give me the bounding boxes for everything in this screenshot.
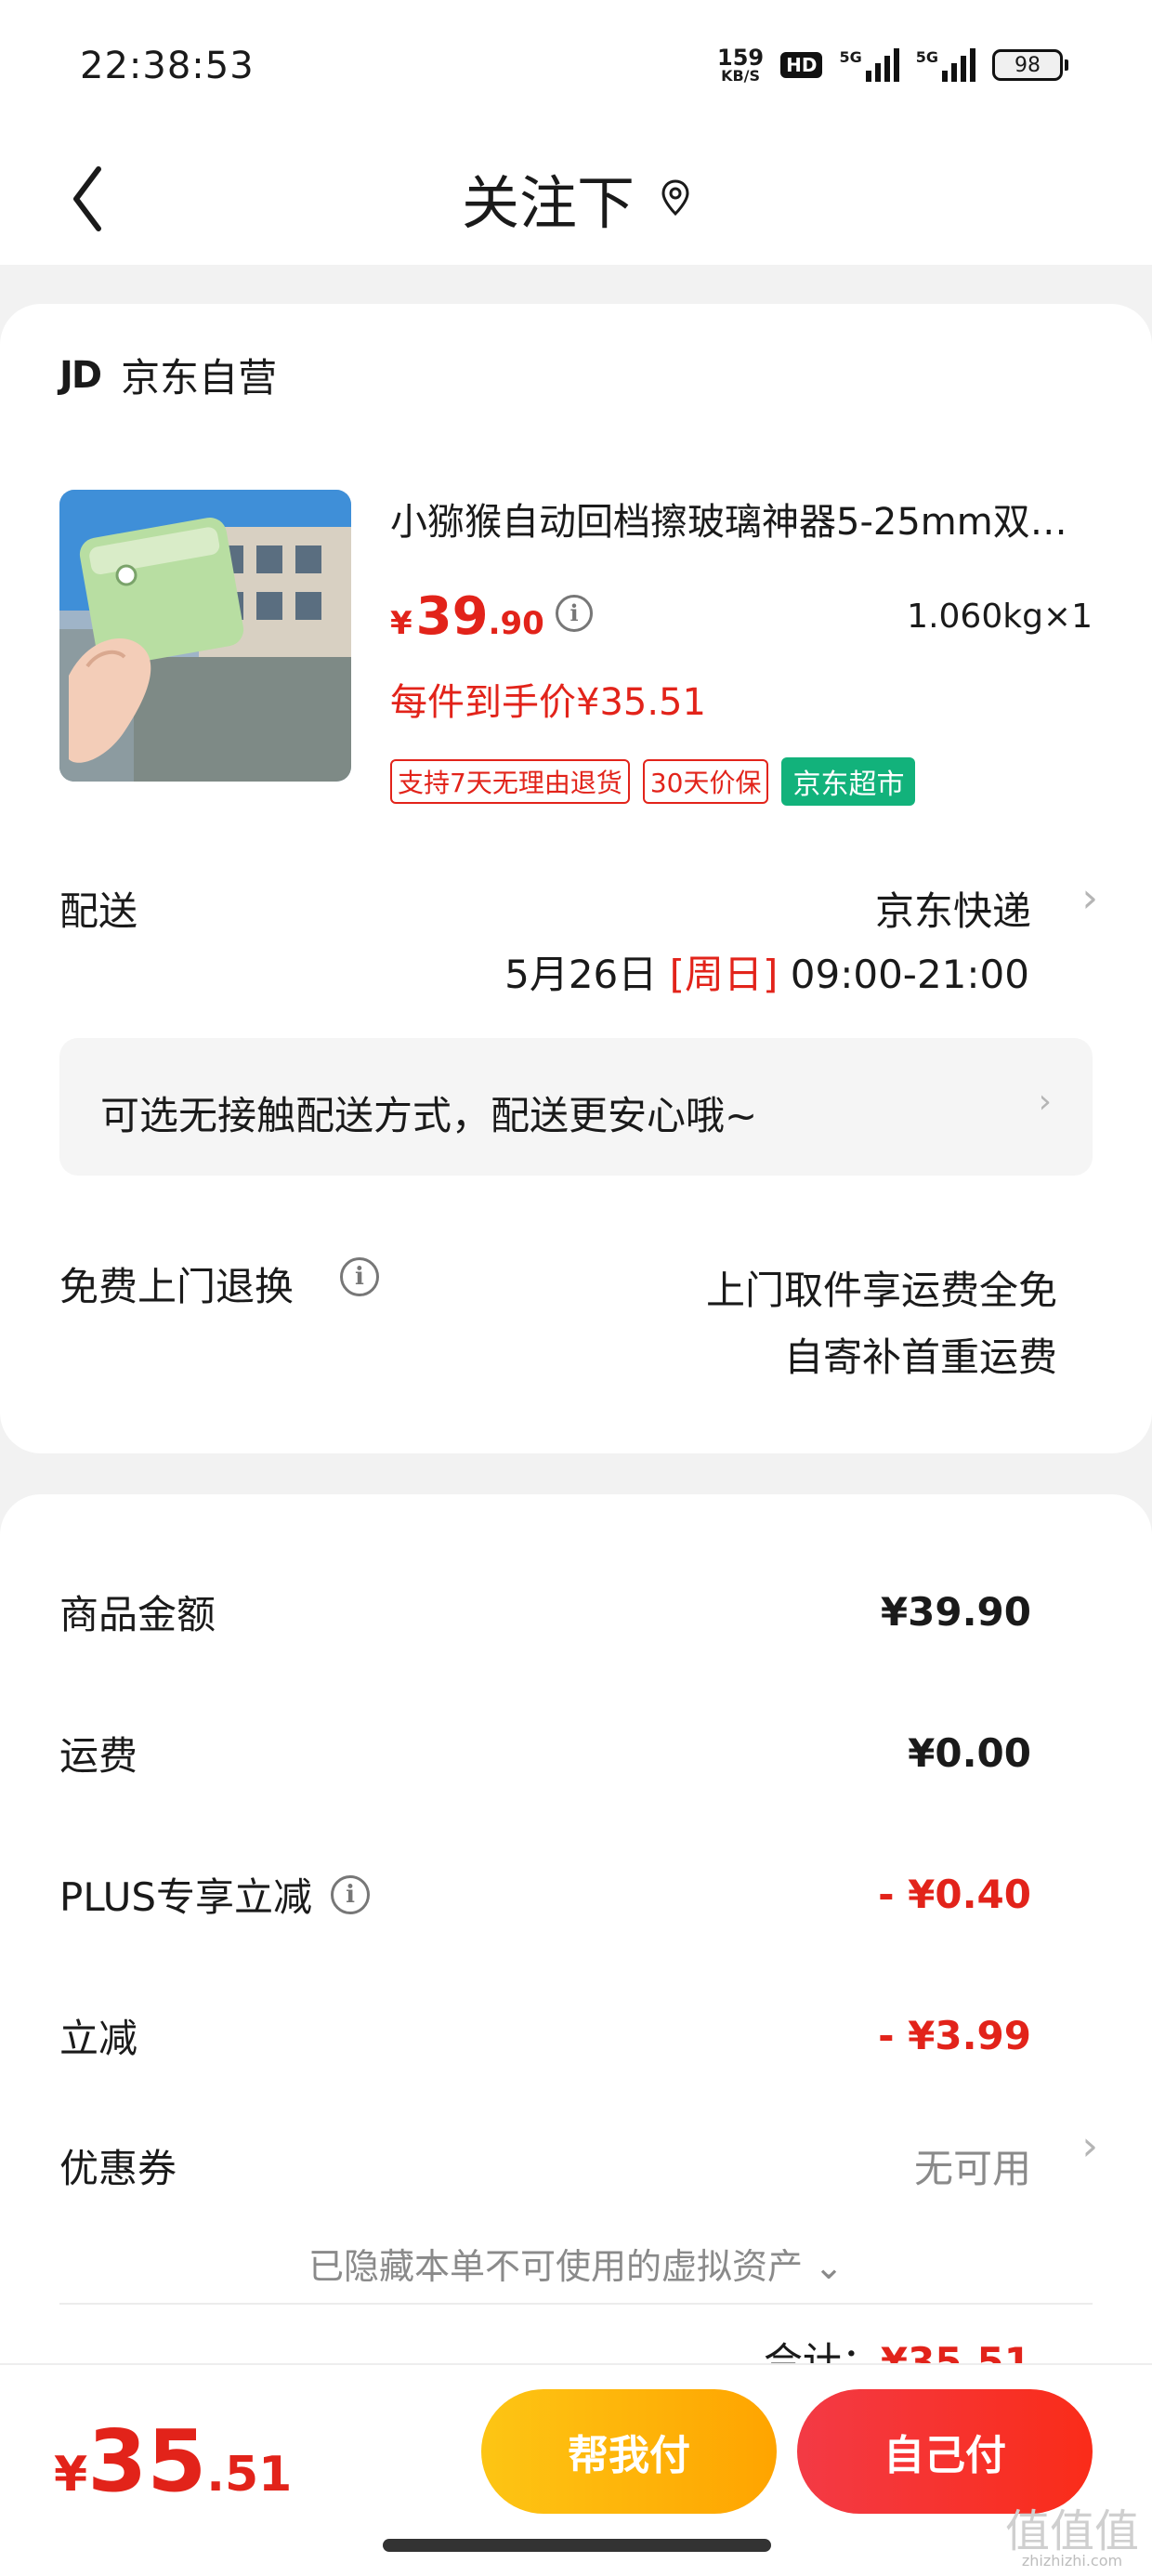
jd-logo: JD [59,353,102,397]
coupon-label: 优惠券 [59,2146,177,2191]
divider [59,2303,1093,2305]
location-pin-icon[interactable] [661,178,690,217]
help-me-pay-button[interactable]: 帮我付 [481,2389,777,2514]
price-integer: 39 [415,586,489,647]
tag-price-protection: 30天价保 [642,759,769,804]
shipping-value: ¥0.00 [908,1730,1031,1776]
chevron-left-icon [73,166,101,231]
goods-amount-value: ¥39.90 [880,1589,1031,1635]
status-icons: 159 KB/S HD 5G 5G 98 [717,46,1068,84]
return-details: 上门取件享运费全免 自寄补首重运费 [706,1257,1057,1391]
status-time: 22:38:53 [80,45,255,87]
network-speed-value: 159 [717,45,765,71]
battery-icon: 98 [992,49,1068,81]
coupon-row[interactable]: 优惠券 无可用 [59,2137,1031,2194]
free-return-label: 免费上门退换 [59,1264,295,1309]
back-button[interactable] [61,152,117,245]
page-title-wrap: 关注下 [0,130,1152,265]
delivery-weekday: [周日] [669,952,779,997]
signal-sim1-icon: 5G [839,48,899,82]
hd-voice-icon: HD [780,52,823,78]
price-info-icon[interactable]: i [556,595,593,632]
page-title: 关注下 [461,168,635,237]
plus-discount-label-wrap: PLUS专享立减 i [59,1866,371,1923]
network-speed: 159 KB/S [717,46,764,84]
price-currency: ¥ [390,605,412,642]
checkout-total: ¥ 35 .51 [54,2412,292,2511]
delivery-date: 5月26日 [504,952,658,997]
shipping-label: 运费 [59,1733,138,1779]
price-summary-card: 商品金额 ¥39.90 运费 ¥0.00 PLUS专享立减 i - ¥0.40 … [0,1494,1152,2424]
network-speed-unit: KB/S [721,67,761,85]
page-header: 关注下 [0,130,1152,265]
unit-final-price: 每件到手价¥35.51 [390,681,706,724]
instant-discount-label: 立减 [59,2016,138,2061]
watermark-logo: 值值值 zhizhizhi.com [1005,2509,1139,2569]
checkout-currency: ¥ [54,2447,88,2503]
watermark-sub: zhizhizhi.com [1021,2552,1123,2569]
coupon-value: 无可用 [913,2146,1031,2191]
signal-sim2-icon: 5G [916,48,975,82]
checkout-price-integer: 35 [87,2412,207,2511]
sim2-network-tag: 5G [915,48,938,66]
weight-quantity: 1.060kg×1 [907,598,1093,636]
return-info-icon[interactable]: i [340,1257,379,1296]
price-decimal: .90 [488,605,544,642]
product-title[interactable]: 小猕猴自动回档擦玻璃神器5-25mm双面擦窗器清洁工具高层双层玻璃刮 [390,492,1096,545]
product-image[interactable] [59,490,351,782]
plus-discount-value: - ¥0.40 [878,1872,1031,1917]
return-line-self-ship: 自寄补首重运费 [783,1334,1057,1380]
plus-discount-label: PLUS专享立减 [59,1874,313,1920]
shop-header: JD 京东自营 [59,347,277,403]
checkout-price-decimal: .51 [206,2447,293,2503]
status-bar: 22:38:53 159 KB/S HD 5G 5G 98 [0,0,1152,130]
battery-level: 98 [992,49,1063,81]
delivery-method[interactable]: 京东快递 [875,880,1031,937]
shop-name: 京东自营 [121,355,278,401]
plus-info-icon[interactable]: i [331,1874,371,1914]
sim1-network-tag: 5G [839,48,862,66]
chevron-right-icon: › [1038,1083,1052,1121]
instant-discount-value: - ¥3.99 [878,2013,1031,2058]
goods-amount-label: 商品金额 [59,1592,216,1637]
instant-discount-row: 立减 - ¥3.99 [59,2007,1031,2064]
return-line-pickup: 上门取件享运费全免 [705,1268,1057,1313]
pay-myself-button[interactable]: 自己付 [797,2389,1093,2514]
product-tags: 支持7天无理由退货 30天价保 京东超市 [390,757,916,806]
contactless-delivery-option[interactable]: 可选无接触配送方式，配送更安心哦~ › [59,1038,1093,1176]
home-indicator[interactable] [383,2539,771,2552]
watermark-main: 值值值 [1004,2505,1139,2557]
order-item-card: JD 京东自营 小猕猴自动回档擦玻璃神器5-25mm双面擦窗器清洁工具高层双层玻… [0,304,1152,1453]
delivery-time-window: 09:00-21:00 [790,952,1029,997]
hidden-assets-toggle[interactable]: 已隐藏本单不可使用的虚拟资产 ⌄ [0,2238,1152,2289]
product-price: ¥ 39 .90 [390,586,544,647]
delivery-label: 配送 [59,888,138,934]
contactless-text: 可选无接触配送方式，配送更安心哦~ [100,1093,758,1138]
tag-return-policy: 支持7天无理由退货 [390,759,630,804]
chevron-right-icon[interactable]: › [1081,2123,1098,2170]
delivery-time[interactable]: 5月26日 [周日] 09:00-21:00 [504,943,1029,1000]
tag-jd-supermarket: 京东超市 [781,757,916,806]
goods-amount-row: 商品金额 ¥39.90 [59,1584,1031,1640]
shipping-row: 运费 ¥0.00 [59,1725,1031,1781]
chevron-right-icon[interactable]: › [1081,874,1098,922]
plus-discount-row: PLUS专享立减 i - ¥0.40 [59,1866,1031,1923]
